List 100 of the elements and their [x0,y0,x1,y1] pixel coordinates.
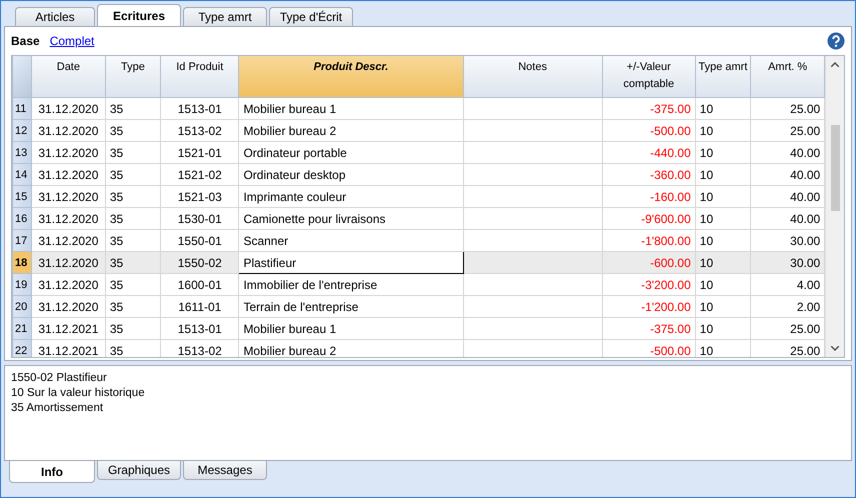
table-cell: 1611-01 [160,296,239,318]
info-line: 1550-02 Plastifieur [11,371,108,386]
table-cell: 35 [105,208,161,230]
column-header[interactable]: Amrt. % [750,56,825,98]
tab[interactable]: Graphiques [97,461,181,480]
column-header[interactable]: +/-Valeur comptable [602,56,696,98]
table-cell: -375.00 [602,98,696,120]
view-label[interactable]: Base [11,34,40,48]
row-number: 17 [12,230,32,252]
table-cell: -3'200.00 [602,274,696,296]
info-line: 10 Sur la valeur historique [11,386,146,401]
table-cell: Ordinateur desktop [238,164,463,186]
table-cell: 35 [105,186,161,208]
table-cell: Mobilier bureau 1 [238,318,463,340]
table-cell: 1513-01 [160,98,239,120]
table-row[interactable]: 14 31.12.2020 35 1521-02 Ordinateur desktop -360.00 10 40.00 [12,164,825,186]
table-cell: 10 [695,208,751,230]
table-cell: 35 [105,164,161,186]
column-header[interactable]: Date [31,56,106,98]
info-line: 35 Amortissement [11,401,104,416]
row-number: 22 [12,340,32,357]
table-cell: 31.12.2020 [31,296,106,318]
row-number: 12 [12,120,32,142]
table-cell: 10 [695,142,751,164]
table-cell: 31.12.2020 [31,252,106,274]
table-cell: Mobilier bureau 2 [238,120,463,142]
table-cell: 35 [105,252,161,274]
column-header[interactable]: Produit Descr. [238,56,463,98]
column-header[interactable]: Notes [463,56,602,98]
table-cell: -500.00 [602,120,696,142]
table-row[interactable]: 22 31.12.2021 35 1513-02 Mobilier bureau 2 -500.00 10 25.00 [12,340,825,357]
table-row[interactable]: 21 31.12.2021 35 1513-01 Mobilier bureau 1 -375.00 10 25.00 [12,318,825,340]
row-number: 20 [12,296,32,318]
table-cell: 1550-02 [160,252,239,274]
scrollbar-thumb[interactable] [830,125,840,211]
table-cell: 1530-01 [160,208,239,230]
row-number: 11 [12,98,32,120]
table-cell: -1'200.00 [602,296,696,318]
column-header[interactable]: Type amrt [695,56,751,98]
table-cell: 10 [695,98,751,120]
table-cell: 1513-02 [160,120,239,142]
table-cell: 31.12.2020 [31,208,106,230]
row-number: 13 [12,142,32,164]
tab[interactable]: Messages [183,461,267,480]
table-cell: 35 [105,274,161,296]
table-cell: 1521-03 [160,186,239,208]
table-cell: 35 [105,296,161,318]
table-row[interactable]: 20 31.12.2020 35 1611-01 Terrain de l'entreprise -1'200.00 10 2.00 [12,296,825,318]
table-row[interactable]: 12 31.12.2020 35 1513-02 Mobilier bureau 2 -500.00 10 25.00 [12,120,825,142]
table-cell: 10 [695,120,751,142]
view-link[interactable]: Complet [50,34,94,48]
column-header[interactable]: Type [105,56,161,98]
row-number: 18 [12,252,32,274]
table-cell: -440.00 [602,142,696,164]
table-cell: 1513-01 [160,318,239,340]
tab[interactable]: Type amrt [183,7,267,26]
table-cell: 35 [105,120,161,142]
table-cell: 10 [695,164,751,186]
table-cell: 30.00 [750,252,825,274]
tab[interactable]: Type d'Écrit [269,7,353,26]
table-cell: 31.12.2020 [31,164,106,186]
help-icon[interactable] [827,32,845,50]
table-cell: -375.00 [602,318,696,340]
table-cell: 10 [695,296,751,318]
table-cell: -160.00 [602,186,696,208]
row-number: 21 [12,318,32,340]
scroll-up-icon[interactable] [831,62,840,67]
scroll-down-icon[interactable] [831,346,840,351]
table-cell: 31.12.2021 [31,318,106,340]
column-header[interactable]: Id Produit [160,56,239,98]
table-cell: -600.00 [602,252,696,274]
table-row[interactable]: 19 31.12.2020 35 1600-01 Immobilier de l'entreprise -3'200.00 10 4.00 [12,274,825,296]
table-cell: Mobilier bureau 1 [238,98,463,120]
table-cell: 35 [105,318,161,340]
table-cell: 1521-01 [160,142,239,164]
table-cell: 1521-02 [160,164,239,186]
table-row[interactable]: 16 31.12.2020 35 1530-01 Camionette pour livraisons -9'600.00 10 40.00 [12,208,825,230]
scrollbar[interactable] [825,56,844,357]
tab[interactable]: Articles [15,7,95,26]
table-cell: Ordinateur portable [238,142,463,164]
table-row[interactable]: 11 31.12.2020 35 1513-01 Mobilier bureau 1 -375.00 10 25.00 [12,98,825,120]
table-cell: 10 [695,252,751,274]
table-row[interactable]: 15 31.12.2020 35 1521-03 Imprimante couleur -160.00 10 40.00 [12,186,825,208]
table-cell: Immobilier de l'entreprise [238,274,463,296]
table-cell: -360.00 [602,164,696,186]
table-cell: 31.12.2020 [31,186,106,208]
table-cell: Imprimante couleur [238,186,463,208]
table-cell: 35 [105,98,161,120]
row-number: 14 [12,164,32,186]
table-cell: 1600-01 [160,274,239,296]
tab[interactable]: Ecritures [97,4,181,26]
row-number: 19 [12,274,32,296]
row-number: 15 [12,186,32,208]
table-cell: Terrain de l'entreprise [238,296,463,318]
table-cell: -9'600.00 [602,208,696,230]
table-row[interactable]: 13 31.12.2020 35 1521-01 Ordinateur portable -440.00 10 40.00 [12,142,825,164]
tab[interactable]: Info [9,461,95,483]
table-row[interactable]: 18 31.12.2020 35 1550-02 Plastifieur -600.00 10 30.00 [12,252,825,274]
table-cell: 35 [105,142,161,164]
table-cell: 10 [695,274,751,296]
